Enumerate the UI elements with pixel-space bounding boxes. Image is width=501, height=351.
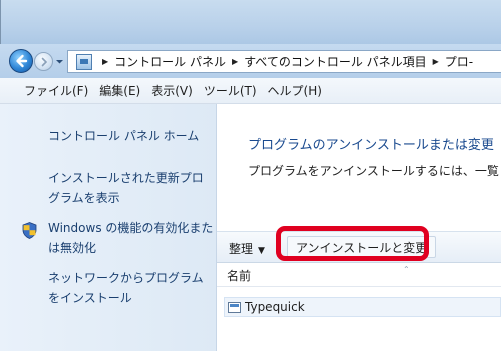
breadcrumb-all-items[interactable]: すべてのコントロール パネル項目	[244, 53, 427, 70]
sort-indicator-icon: ⌃	[403, 265, 410, 274]
address-row: ▶ コントロール パネル ▶ すべてのコントロール パネル項目 ▶ プロ-	[0, 44, 501, 78]
page-title: プログラムのアンインストールまたは変更	[248, 138, 494, 153]
sidebar-item-label: ネットワークからプログラム	[48, 271, 204, 285]
breadcrumb-separator[interactable]: ▶	[232, 57, 238, 66]
back-arrow-icon	[16, 54, 28, 68]
organize-label: 整理	[229, 242, 254, 256]
sidebar-item-label: コントロール パネル ホーム	[48, 129, 200, 143]
sidebar-item-control-panel-home[interactable]: コントロール パネル ホーム	[48, 126, 199, 146]
breadcrumb-control-panel[interactable]: コントロール パネル	[114, 53, 226, 70]
main-content: プログラムのアンインストールまたは変更 プログラムをアンインストールするには、一…	[217, 104, 501, 351]
control-panel-window: ▶ コントロール パネル ▶ すべてのコントロール パネル項目 ▶ プロ- ファ…	[0, 0, 501, 351]
column-header: 名前 ⌃	[217, 263, 501, 287]
back-button[interactable]	[9, 49, 33, 73]
address-bar[interactable]: ▶ コントロール パネル ▶ すべてのコントロール パネル項目 ▶ プロ-	[67, 50, 501, 73]
dropdown-icon[interactable]	[55, 57, 64, 66]
forward-arrow-icon	[41, 57, 47, 66]
table-row[interactable]: Typequick	[224, 297, 501, 317]
menu-file[interactable]: ファイル(F)	[24, 82, 88, 99]
page-description: プログラムをアンインストールするには、一覧	[248, 164, 499, 178]
menu-view[interactable]: 表示(V)	[151, 82, 193, 99]
menu-bar: ファイル(F) 編集(E) 表示(V) ツール(T) ヘルプ(H)	[0, 78, 501, 104]
menu-edit[interactable]: 編集(E)	[99, 82, 140, 99]
sidebar-item-label: グラムを表示	[48, 191, 120, 205]
sidebar-item-install-from-network[interactable]: ネットワークからプログラム をインストール	[48, 268, 204, 308]
sidebar-item-installed-updates[interactable]: インストールされた更新プロ グラムを表示	[48, 168, 204, 208]
forward-button[interactable]	[34, 52, 53, 71]
breadcrumb-separator[interactable]: ▶	[433, 57, 439, 66]
sidebar-item-label: をインストール	[48, 291, 132, 305]
menu-tools[interactable]: ツール(T)	[204, 82, 257, 99]
organize-button[interactable]: 整理 ▼	[229, 240, 265, 257]
sidebar-item-label: インストールされた更新プロ	[48, 171, 204, 185]
chevron-down-icon: ▼	[258, 246, 265, 256]
program-icon	[228, 301, 241, 313]
left-navigation-pane: コントロール パネル ホーム インストールされた更新プロ グラムを表示 Wind…	[0, 104, 217, 351]
highlight-annotation	[276, 226, 429, 261]
command-toolbar: 整理 ▼ アンインストールと変更	[217, 226, 501, 263]
control-panel-icon	[76, 53, 92, 70]
column-header-name[interactable]: 名前	[227, 267, 251, 284]
breadcrumb-separator[interactable]: ▶	[102, 57, 108, 66]
menu-help[interactable]: ヘルプ(H)	[268, 82, 322, 99]
sidebar-item-label: は無効化	[48, 241, 97, 255]
sidebar-item-windows-features[interactable]: Windows の機能の有効化また は無効化	[48, 218, 213, 258]
title-bar	[0, 0, 501, 48]
sidebar-item-label: Windows の機能の有効化また	[48, 221, 214, 235]
program-name: Typequick	[245, 300, 305, 314]
windows-shield-icon	[22, 222, 37, 239]
breadcrumb-programs[interactable]: プロ-	[445, 53, 473, 70]
